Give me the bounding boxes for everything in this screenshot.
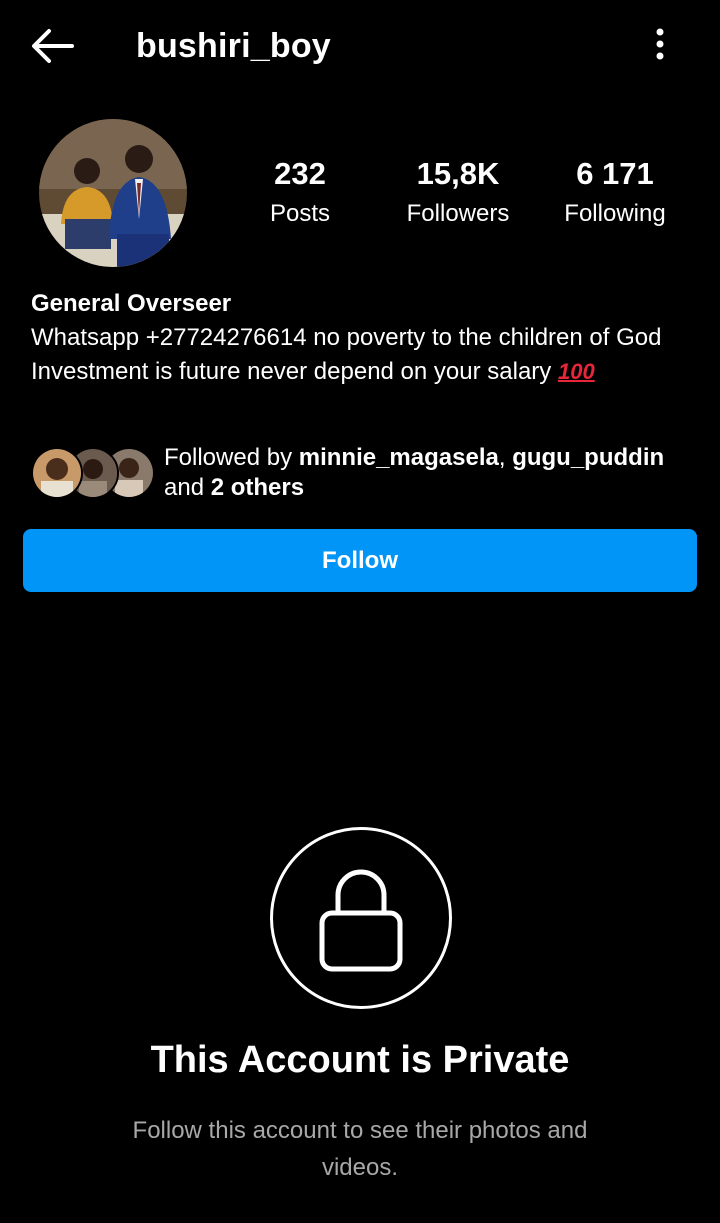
- following-count: 6 171: [576, 156, 654, 191]
- following-stat[interactable]: 6 171 Following: [550, 154, 680, 234]
- top-bar: bushiri_boy: [0, 0, 720, 90]
- mutual-followers[interactable]: Followed by minnie_magasela, gugu_puddin…: [31, 443, 691, 507]
- profile-username: bushiri_boy: [136, 27, 331, 65]
- following-label: Following: [564, 200, 666, 227]
- bio-line-1: Whatsapp +27724276614 no poverty to the …: [31, 324, 662, 351]
- posts-label: Posts: [269, 200, 331, 227]
- profile-avatar[interactable]: [39, 119, 187, 267]
- mutual-avatar-1: [31, 447, 83, 499]
- hundred-points-icon: 100: [557, 359, 595, 384]
- more-vertical-icon: [656, 28, 664, 60]
- bio-line-2-text: Investment is future never depend on you…: [31, 358, 552, 385]
- more-options-button[interactable]: [640, 22, 680, 66]
- mutual-others[interactable]: 2 others: [211, 474, 304, 501]
- follow-button[interactable]: Follow: [23, 529, 697, 592]
- private-account-subtitle: Follow this account to see their photos …: [132, 1117, 588, 1181]
- bio-line-2: Investment is future never depend on you…: [31, 355, 691, 389]
- lock-icon: [319, 869, 403, 972]
- avatar-photo: [39, 119, 187, 267]
- bio-name: General Overseer: [31, 290, 232, 317]
- posts-stat[interactable]: 232 Posts: [240, 154, 360, 234]
- mutual-user-2[interactable]: gugu_puddin: [512, 444, 664, 471]
- followers-stat[interactable]: 15,8K Followers: [393, 154, 523, 234]
- arrow-left-icon: [32, 29, 74, 63]
- back-button[interactable]: [28, 24, 76, 68]
- lock-circle: [270, 827, 452, 1009]
- followers-count: 15,8K: [416, 156, 500, 191]
- mutual-prefix: Followed by: [164, 444, 299, 471]
- followers-label: Followers: [406, 200, 510, 227]
- profile-bio: General Overseer Whatsapp +27724276614 n…: [31, 287, 691, 389]
- mutual-followers-text: Followed by minnie_magasela, gugu_puddin…: [164, 443, 704, 503]
- mutual-user-1[interactable]: minnie_magasela: [299, 444, 499, 471]
- private-account-title: This Account is Private: [150, 1039, 570, 1081]
- mutual-separator: ,: [498, 444, 513, 471]
- mutual-and: and: [164, 474, 211, 501]
- posts-count: 232: [274, 156, 326, 191]
